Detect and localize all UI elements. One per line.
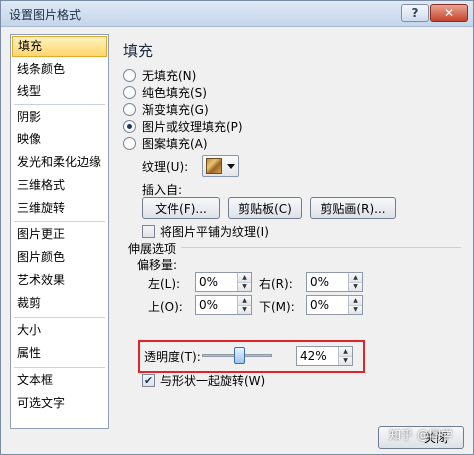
checkbox-unchecked-icon	[142, 225, 155, 238]
sidebar-item-reflection[interactable]: 映像	[12, 129, 107, 150]
sidebar-item-size[interactable]: 大小	[12, 320, 107, 341]
format-picture-dialog: 设置图片格式 ? ✕ 填充 线条颜色 线型 阴影 映像 发光和柔化边缘 三维格式…	[0, 0, 474, 455]
offset-left-value: 0%	[199, 275, 219, 289]
help-icon: ?	[411, 6, 419, 20]
rotate-with-shape-checkbox[interactable]: ✔ 与形状一起旋转(W)	[142, 372, 265, 389]
stepper-up-icon[interactable]: ▲	[349, 296, 362, 305]
insert-file-button[interactable]: 文件(F)...	[142, 197, 220, 219]
radio-label: 纯色填充(S)	[142, 85, 207, 100]
sidebar-item-picture-corrections[interactable]: 图片更正	[12, 224, 107, 245]
offset-right-value: 0%	[310, 275, 330, 289]
stepper-up-icon[interactable]: ▲	[238, 273, 251, 282]
stepper-arrows: ▲ ▼	[237, 296, 251, 314]
offset-bottom-stepper[interactable]: 0% ▲ ▼	[306, 295, 363, 315]
checkbox-label: 与形状一起旋转(W)	[160, 374, 266, 388]
category-list: 填充 线条颜色 线型 阴影 映像 发光和柔化边缘 三维格式 三维旋转 图片更正 …	[10, 34, 109, 429]
insert-clipboard-button[interactable]: 剪贴板(C)	[228, 197, 302, 219]
offset-bottom-value: 0%	[310, 298, 330, 312]
stepper-down-icon[interactable]: ▼	[339, 356, 352, 365]
sidebar-item-alt-text[interactable]: 可选文字	[12, 393, 107, 414]
sidebar-item-glow-soft-edges[interactable]: 发光和柔化边缘	[12, 152, 107, 173]
radio-button-checked-icon	[123, 119, 136, 133]
insert-from-label: 插入自:	[142, 183, 183, 197]
sidebar-item-text-box[interactable]: 文本框	[12, 370, 107, 391]
sidebar-item-properties[interactable]: 属性	[12, 343, 107, 364]
sidebar-separator	[14, 221, 105, 222]
offset-left-stepper[interactable]: 0% ▲ ▼	[195, 272, 252, 292]
radio-label: 图案填充(A)	[142, 136, 208, 151]
texture-swatch-icon	[206, 158, 222, 174]
offset-right-stepper[interactable]: 0% ▲ ▼	[306, 272, 363, 292]
stepper-arrows: ▲ ▼	[348, 273, 362, 291]
stepper-up-icon[interactable]: ▲	[238, 296, 251, 305]
radio-gradient-fill[interactable]: 渐变填充(G)	[123, 101, 209, 117]
radio-picture-texture-fill[interactable]: 图片或纹理填充(P)	[123, 118, 243, 134]
transparency-label: 透明度(T):	[144, 350, 201, 364]
sidebar-item-fill[interactable]: 填充	[12, 36, 107, 57]
texture-dropdown[interactable]	[202, 155, 239, 177]
texture-label: 纹理(U):	[142, 160, 189, 174]
panel-heading: 填充	[123, 42, 154, 60]
radio-no-fill[interactable]: 无填充(N)	[123, 67, 196, 83]
sidebar-separator	[14, 317, 105, 318]
sidebar-item-3d-rotation[interactable]: 三维旋转	[12, 198, 107, 219]
stepper-arrows: ▲ ▼	[348, 296, 362, 314]
insert-clipart-button[interactable]: 剪贴画(R)...	[310, 197, 396, 219]
transparency-slider-thumb[interactable]	[233, 347, 245, 364]
stepper-up-icon[interactable]: ▲	[349, 273, 362, 282]
offset-top-value: 0%	[199, 298, 219, 312]
group-divider	[181, 247, 461, 248]
radio-label: 图片或纹理填充(P)	[142, 119, 243, 134]
sidebar-item-artistic-effects[interactable]: 艺术效果	[12, 270, 107, 291]
sidebar-item-crop[interactable]: 裁剪	[12, 293, 107, 314]
stepper-down-icon[interactable]: ▼	[238, 305, 251, 314]
window-close-button[interactable]: ✕	[430, 4, 468, 22]
stepper-down-icon[interactable]: ▼	[349, 305, 362, 314]
help-button[interactable]: ?	[401, 4, 429, 22]
stepper-down-icon[interactable]: ▼	[349, 282, 362, 291]
close-icon: ✕	[443, 6, 455, 20]
radio-button-icon	[123, 136, 136, 150]
offset-bottom-label: 下(M):	[259, 300, 295, 314]
checkbox-label: 将图片平铺为纹理(I)	[160, 225, 269, 239]
fill-panel: 填充 无填充(N) 纯色填充(S) 渐变填充(G) 图片或纹理填充(P) 图案填…	[115, 34, 467, 429]
chevron-down-icon	[227, 163, 235, 169]
radio-label: 渐变填充(G)	[142, 102, 209, 117]
offset-top-label: 上(O):	[148, 300, 183, 314]
transparency-stepper[interactable]: 42% ▲ ▼	[296, 346, 353, 366]
stepper-down-icon[interactable]: ▼	[238, 282, 251, 291]
sidebar-separator	[14, 367, 105, 368]
offset-top-stepper[interactable]: 0% ▲ ▼	[195, 295, 252, 315]
sidebar-item-line-color[interactable]: 线条颜色	[12, 59, 107, 80]
dialog-title: 设置图片格式	[9, 8, 82, 22]
offset-label: 偏移量:	[137, 258, 178, 272]
sidebar-item-3d-format[interactable]: 三维格式	[12, 175, 107, 196]
offset-left-label: 左(L):	[148, 277, 181, 291]
tile-as-texture-checkbox[interactable]: 将图片平铺为纹理(I)	[142, 223, 269, 240]
radio-button-icon	[123, 102, 136, 116]
watermark: 知乎 @同学	[389, 428, 453, 442]
sidebar-item-shadow[interactable]: 阴影	[12, 107, 107, 128]
radio-button-icon	[123, 68, 136, 82]
radio-button-icon	[123, 85, 136, 99]
stepper-arrows: ▲ ▼	[338, 347, 352, 365]
title-bar: 设置图片格式 ? ✕	[1, 1, 473, 27]
stepper-arrows: ▲ ▼	[237, 273, 251, 291]
sidebar-item-line-style[interactable]: 线型	[12, 81, 107, 102]
radio-solid-fill[interactable]: 纯色填充(S)	[123, 84, 207, 100]
checkmark-icon: ✔	[142, 374, 155, 387]
sidebar-separator	[14, 104, 105, 105]
stepper-up-icon[interactable]: ▲	[339, 347, 352, 356]
offset-right-label: 右(R):	[259, 277, 293, 291]
radio-pattern-fill[interactable]: 图案填充(A)	[123, 135, 208, 151]
transparency-value: 42%	[300, 349, 327, 363]
stretch-options-label: 伸展选项	[128, 242, 177, 256]
sidebar-item-picture-color[interactable]: 图片颜色	[12, 247, 107, 268]
radio-label: 无填充(N)	[142, 68, 197, 83]
